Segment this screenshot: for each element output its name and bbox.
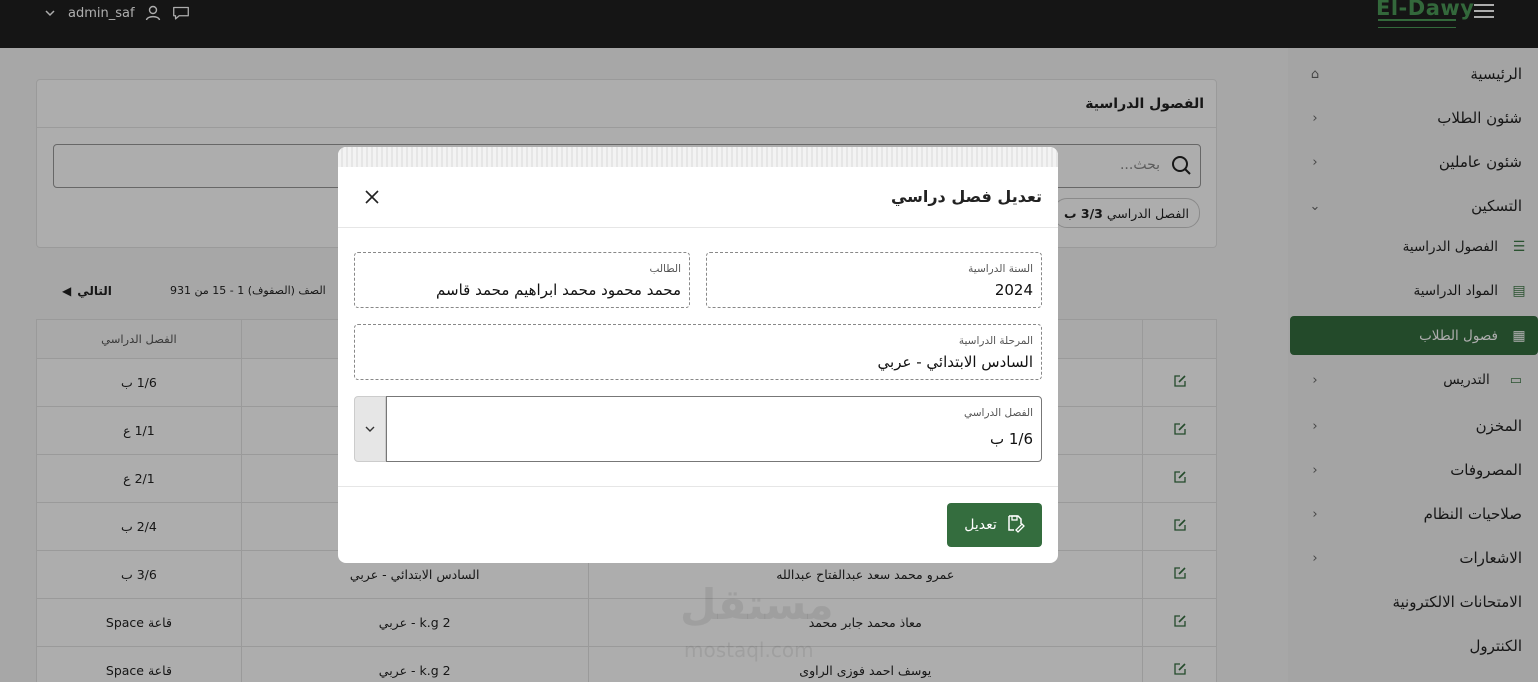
- stage-value: السادس الابتدائي - عربي: [877, 353, 1033, 371]
- student-value: محمد محمود محمد ابراهيم محمد قاسم: [436, 281, 681, 299]
- submit-edit-button[interactable]: تعديل: [947, 503, 1042, 547]
- year-label: السنة الدراسية: [968, 263, 1033, 275]
- close-icon[interactable]: [362, 187, 382, 207]
- class-select-value-box[interactable]: الفصل الدراسي 1/6 ب: [386, 396, 1042, 462]
- year-field[interactable]: السنة الدراسية 2024: [706, 252, 1042, 308]
- dialog-title: تعديل فصل دراسي: [890, 187, 1042, 206]
- stage-field[interactable]: المرحلة الدراسية السادس الابتدائي - عربي: [354, 324, 1042, 380]
- submit-label: تعديل: [964, 517, 997, 533]
- class-select[interactable]: الفصل الدراسي 1/6 ب: [354, 396, 1042, 462]
- class-label: الفصل الدراسي: [964, 407, 1033, 419]
- chevron-down-icon[interactable]: [354, 396, 386, 462]
- stage-label: المرحلة الدراسية: [958, 335, 1033, 347]
- divider: [338, 227, 1058, 228]
- dialog-decoration: [338, 147, 1058, 167]
- student-field[interactable]: الطالب محمد محمود محمد ابراهيم محمد قاسم: [354, 252, 690, 308]
- year-value: 2024: [994, 281, 1033, 299]
- edit-class-dialog: تعديل فصل دراسي السنة الدراسية 2024 الطا…: [338, 147, 1058, 563]
- class-value: 1/6 ب: [989, 430, 1033, 448]
- divider: [338, 486, 1058, 487]
- save-edit-icon: [1005, 513, 1025, 537]
- student-label: الطالب: [649, 263, 681, 275]
